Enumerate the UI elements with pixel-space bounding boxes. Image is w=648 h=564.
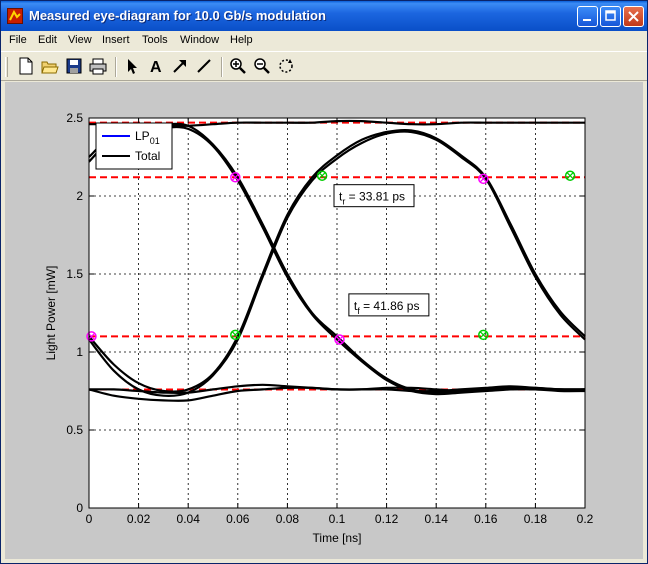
y-tick-label: 1 — [76, 345, 83, 359]
new-file-icon[interactable] — [17, 57, 35, 75]
menu-view[interactable]: View — [68, 34, 92, 46]
maximize-icon — [605, 10, 616, 21]
menu-window[interactable]: Window — [180, 34, 219, 46]
x-tick-label: 0.1 — [329, 512, 346, 526]
figure-canvas: 0 0.02 0.04 0.06 0.08 0.1 0.12 0.14 0.16 0.18 0.2 0… — [5, 82, 643, 559]
y-tick-label: 0 — [76, 501, 83, 515]
rotate-icon[interactable] — [277, 57, 295, 75]
minimize-icon — [583, 19, 591, 21]
x-tick-label: 0.02 — [127, 512, 151, 526]
window-title: Measured eye-diagram for 10.0 Gb/s modul… — [29, 8, 326, 23]
toolbar-grip[interactable] — [5, 57, 8, 77]
x-tick-label: 0.18 — [524, 512, 548, 526]
svg-text:A: A — [150, 59, 162, 75]
x-tick-label: 0.14 — [425, 512, 449, 526]
legend-label-total: Total — [135, 149, 160, 163]
menu-insert[interactable]: Insert — [102, 34, 130, 46]
x-axis-label: Time [ns] — [313, 531, 362, 545]
open-folder-icon[interactable] — [41, 57, 59, 75]
menu-bar: File Edit View Insert Tools Window Help — [1, 31, 647, 51]
close-button[interactable] — [623, 6, 644, 27]
minimize-button[interactable] — [577, 6, 598, 27]
x-tick-label: 0.16 — [474, 512, 498, 526]
insert-text-icon[interactable]: A — [147, 57, 165, 75]
y-tick-label: 0.5 — [66, 423, 83, 437]
close-icon — [628, 11, 639, 22]
insert-line-icon[interactable] — [195, 57, 213, 75]
x-tick-label: 0 — [86, 512, 93, 526]
maximize-button[interactable] — [600, 6, 621, 27]
x-tick-label: 0.04 — [177, 512, 201, 526]
matlab-logo-icon — [7, 8, 23, 24]
x-tick-label: 0.08 — [276, 512, 300, 526]
menu-edit[interactable]: Edit — [38, 34, 57, 46]
zoom-in-icon[interactable] — [229, 57, 247, 75]
x-tick-label: 0.12 — [375, 512, 399, 526]
zoom-out-icon[interactable] — [253, 57, 271, 75]
save-icon[interactable] — [65, 57, 83, 75]
menu-tools[interactable]: Tools — [142, 34, 168, 46]
toolbar-separator — [221, 57, 223, 77]
menu-file[interactable]: File — [9, 34, 27, 46]
y-tick-label: 2 — [76, 189, 83, 203]
print-icon[interactable] — [89, 57, 107, 75]
eye-diagram-plot: 0 0.02 0.04 0.06 0.08 0.1 0.12 0.14 0.16 0.18 0.2 0… — [44, 111, 594, 545]
figure-toolbar: A — [1, 51, 647, 81]
title-bar[interactable]: Measured eye-diagram for 10.0 Gb/s modul… — [1, 1, 647, 31]
y-tick-label: 1.5 — [66, 267, 83, 281]
legend[interactable]: LP01 Total — [95, 122, 173, 170]
menu-help[interactable]: Help — [230, 34, 253, 46]
legend-box — [95, 122, 173, 170]
x-tick-label: 0.2 — [577, 512, 594, 526]
insert-arrow-icon[interactable] — [171, 57, 189, 75]
figure-window: Measured eye-diagram for 10.0 Gb/s modul… — [0, 0, 648, 564]
y-tick-label: 2.5 — [66, 111, 83, 125]
x-tick-label: 0.06 — [226, 512, 250, 526]
y-axis-label: Light Power [mW] — [44, 266, 58, 361]
toolbar-separator — [115, 57, 117, 77]
pointer-arrow-icon[interactable] — [123, 57, 141, 75]
